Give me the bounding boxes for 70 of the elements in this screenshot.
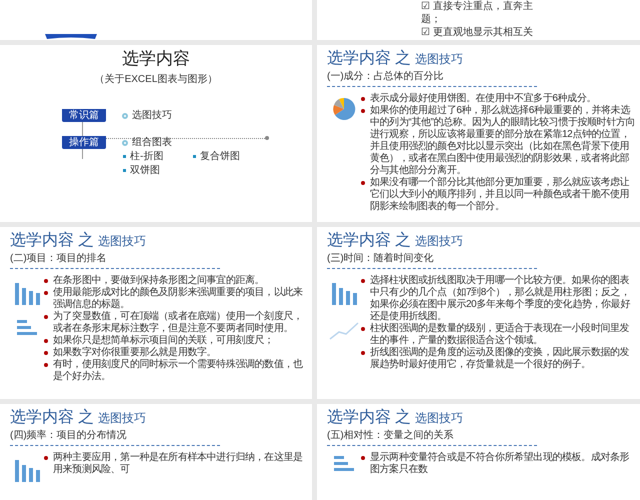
title-joiner: 之 [395,49,411,68]
bullet-text: 柱状图强调的是数量的级别，更适合于表现在一小段时间里发生的事件，产量的数据很适合这个领域。 [370,323,630,346]
title-joiner: 之 [78,408,94,427]
slide-subtitle: （关于EXCEL图表与图形） [94,73,218,87]
bullet-icon [44,351,48,355]
bullet-icon [361,97,365,101]
bullet-text: 如果没有哪一个部分比其他部分更加重要，那么就应该考虑让它们以大到小的顺序排列，并且以同一种颜色或者干脆不使用阴影来绘制图表的每一个部分。 [370,177,630,213]
title-joiner: 之 [395,408,411,427]
item-text: 柱-折图 [130,150,164,163]
slide-title: 选学内容 [327,408,391,427]
section-heading: (五)相对性：变量之间的关系 [327,429,455,442]
bullet-text: 折线图强调的是角度的运动及图像的变换，因此展示数据的发展趋势时最好使用它，存货量就是一个很好的例子。 [370,347,630,371]
bullet-icon [44,291,48,295]
ring-bullet-icon [122,112,128,118]
title-joiner: 之 [78,231,94,250]
horizontal-bar-chart-icon [334,456,354,471]
square-bullet-icon [193,155,196,158]
bullet-text: 如果数字对你很重要那么就是用数字。 [53,347,216,358]
square-bullet-icon [123,155,126,158]
bullet-icon [361,109,365,113]
item-text: 选图技巧 [132,109,172,122]
bullet-text: 为了突显数值，可在顶端（或者在底端）使用一个刻度尺，或者在条形末尾标注数字，但是注意不要两者同时使用。 [53,311,304,334]
bullet-text: 显示两种变量符合或是不符合你所希望出现的模板。成对条形图方案只在数 [370,452,630,476]
slide-title: 选学内容 [10,231,74,250]
slide-topic: 选图技巧 [415,233,463,249]
item-text: 复合饼图 [200,150,240,163]
bullet-icon [361,327,365,331]
item-text: 组合图表 [132,136,172,149]
bullet-icon [44,339,48,343]
pie-chart-icon [332,97,356,121]
square-bullet-icon [123,169,126,172]
section-heading: (一)成分：占总体的百分比 [327,70,445,83]
list-text: 题； [421,13,442,26]
bullet-text: 在条形图中，要做到保持条形图之间事宜的距离。 [53,275,264,286]
slide-title: 选学内容 [327,231,391,250]
bullet-icon [361,351,365,355]
list-text: ☑ 更直观地显示其相互关 [421,26,534,39]
horizontal-bar-chart-icon [17,320,37,335]
section-label: 常识篇 [62,109,106,122]
title-joiner: 之 [395,231,411,250]
ribbon-drawing [45,34,97,40]
bullet-icon [361,279,365,283]
bullet-text: 两种主要应用，第一种是在所有样本中进行归纳，在这里是用来预测风险、可 [53,452,304,476]
bullet-text: 选择柱状图或折线图取决于用哪一个比较方便。如果你的图表中只有少的几个点（如7到8个），那么就是用柱形图；反之，如果你必须在图中展示20多年来每个季度的变化趋势，你最好还是使用折线图。 [370,275,632,322]
section-heading: (四)频率：项目的分布情况 [10,429,128,442]
list-text: ☑ 直接专注重点，直奔主 [421,0,534,13]
bullet-icon [44,456,48,460]
bullet-icon [361,456,365,460]
bullet-icon [361,181,365,185]
bullet-text: 使用最能形成对比的颜色及阴影来强调重要的项目，以此来强调信息的标题。 [53,287,304,310]
bullet-icon [44,315,48,319]
slide-title: 选学内容 [10,408,74,427]
bullet-text: 如果你的使用超过了6种，那么就选择6种最重要的，并将未选中的列为“其他”的总称。因为人的眼睛比较习惯于按顺时针方向进行观察，所以应该将最重要的部分放在紧靠12点钟的位置，并且使用强烈的颜色对比以显示突出（比如在黑色背景下使用黄色），或者在黑白图中使用最强烈的阴影效果，或者将此部分与其他部分分离开。 [370,105,636,176]
bullet-icon [44,363,48,367]
slide-topic: 选图技巧 [415,410,463,426]
bullet-text: 如果你只是想简单标示项目间的关联，可用刻度尺； [53,335,274,346]
item-text: 双饼图 [130,164,160,177]
section-heading: (二)项目：项目的排名 [10,252,108,265]
line-chart-icon [329,320,359,340]
bullet-icon [44,279,48,283]
slide-title: 选学内容 [122,48,190,70]
section-heading: (三)时间：随着时间变化 [327,252,435,265]
slide-title: 选学内容 [327,49,391,68]
bullet-text: 有时，使用刻度尺的同时标示一个需要特殊强调的数值，也是个好办法。 [53,359,304,383]
bullet-text: 表示成分最好使用饼图。在使用中不宜多于6种成分。 [370,93,596,104]
slide-topic: 选图技巧 [98,233,146,249]
ring-bullet-icon [122,140,128,146]
slide-topic: 选图技巧 [98,410,146,426]
slide-topic: 选图技巧 [415,51,463,67]
section-label: 操作篇 [62,136,106,149]
